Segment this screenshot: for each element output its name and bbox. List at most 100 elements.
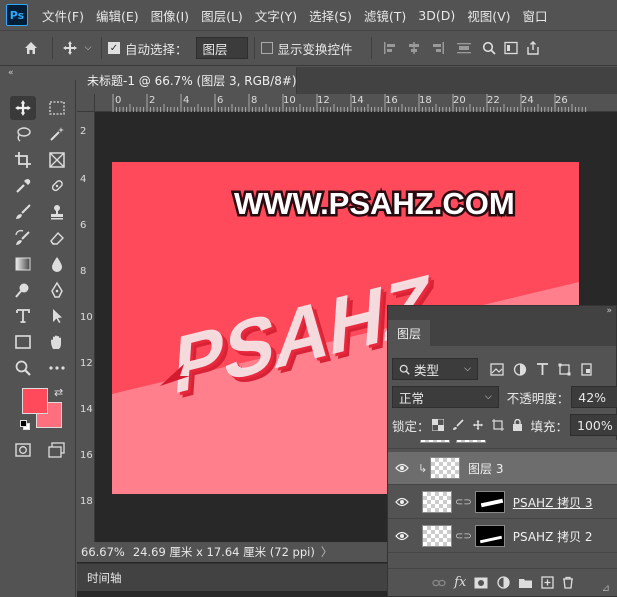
pen-tool-icon[interactable] [44, 278, 70, 302]
lock-position-icon[interactable] [472, 419, 484, 431]
type-tool-icon[interactable] [10, 304, 36, 328]
align-right-icon[interactable] [426, 41, 450, 55]
lock-row: 锁定： 填充： 100% [388, 413, 617, 437]
menu-layer[interactable]: 图层(L) [201, 6, 243, 25]
layer-row[interactable]: ↳ 图层 3 [388, 452, 617, 485]
layer-row-partial[interactable] [388, 440, 617, 449]
frame-tool-icon[interactable] [44, 148, 70, 172]
search-icon[interactable] [478, 41, 500, 55]
lock-all-icon[interactable] [512, 419, 523, 431]
share-icon[interactable] [522, 41, 544, 55]
layers-panel: » 图层 类型 ⌵ 正常 ⌵ 不透明度： 42% 锁定： 填充： 100% ↳ … [387, 305, 617, 597]
tab-layers[interactable]: 图层 [388, 320, 431, 346]
ps-logo[interactable]: Ps [6, 4, 28, 26]
layer-mask-thumbnail[interactable] [474, 525, 505, 547]
link-icon[interactable] [432, 578, 446, 588]
document-tab[interactable]: 未标题-1 @ 66.7% (图层 3, RGB/8#) * × [77, 67, 324, 94]
dodge-tool-icon[interactable] [10, 278, 36, 302]
zoom-tool-icon[interactable] [10, 356, 36, 380]
rectangle-tool-icon[interactable] [10, 330, 36, 354]
menu-select[interactable]: 选择(S) [309, 6, 352, 25]
layer-name[interactable]: PSAHZ 拷贝 3 [513, 494, 593, 511]
clone-stamp-icon[interactable] [44, 200, 70, 224]
swap-colors-icon[interactable]: ⇄ [54, 386, 63, 399]
align-center-icon[interactable] [402, 41, 426, 55]
menu-view[interactable]: 视图(V) [467, 6, 510, 25]
menu-filter[interactable]: 滤镜(T) [364, 6, 406, 25]
lock-image-icon[interactable] [452, 419, 464, 431]
blur-tool-icon[interactable] [44, 252, 70, 276]
collapse-icon[interactable]: » [606, 306, 612, 316]
opacity-input[interactable]: 42% [571, 386, 617, 408]
magic-wand-icon[interactable] [44, 122, 70, 146]
auto-select-checkbox[interactable]: ✓ [108, 42, 120, 54]
eyedropper-icon[interactable] [10, 174, 36, 198]
lasso-tool-icon[interactable] [10, 122, 36, 146]
panel-title-bar[interactable]: » [388, 306, 616, 320]
filter-adjustment-icon[interactable] [513, 362, 527, 376]
mask-icon[interactable] [474, 577, 488, 589]
align-left-icon[interactable] [378, 41, 402, 55]
layer-mask-thumbnail[interactable] [474, 491, 505, 513]
visibility-eye-icon[interactable] [388, 497, 416, 507]
fx-icon[interactable]: fx [454, 575, 466, 590]
healing-brush-icon[interactable] [44, 174, 70, 198]
eraser-icon[interactable] [44, 226, 70, 250]
workspace-icon[interactable] [500, 41, 522, 55]
blend-mode-dropdown[interactable]: 正常 ⌵ [392, 386, 499, 408]
trash-icon[interactable] [562, 576, 574, 589]
filter-kind-dropdown[interactable]: 类型 ⌵ [392, 358, 478, 380]
status-menu-icon[interactable]: 〉 [321, 544, 333, 560]
menu-edit[interactable]: 编辑(E) [96, 6, 139, 25]
quick-mask-icon[interactable] [10, 438, 36, 462]
brush-tool-icon[interactable] [10, 200, 36, 224]
adjustment-icon[interactable] [496, 576, 510, 589]
lock-transparent-icon[interactable] [431, 419, 444, 431]
history-brush-icon[interactable] [10, 226, 36, 250]
more-tools-icon[interactable] [44, 356, 70, 380]
default-colors-icon[interactable] [20, 420, 30, 430]
toolbar-collapse-icon[interactable]: « [0, 67, 76, 79]
auto-select-dropdown[interactable]: 图层 [195, 37, 248, 59]
folder-icon[interactable] [518, 577, 533, 589]
move-tool-icon[interactable] [10, 96, 36, 120]
ruler-horizontal[interactable]: 0 2 4 6 8 10 12 14 16 18 20 22 24 26 [95, 94, 617, 112]
zoom-level[interactable]: 66.67% [81, 545, 125, 559]
filter-smart-object-icon[interactable] [580, 362, 593, 376]
filter-shape-icon[interactable] [558, 363, 571, 376]
timeline-panel-tab[interactable]: 时间轴 [77, 563, 387, 591]
menu-file[interactable]: 文件(F) [42, 6, 84, 25]
menu-image[interactable]: 图像(I) [151, 6, 189, 25]
distribute-icon[interactable] [450, 41, 478, 55]
marquee-tool-icon[interactable] [44, 96, 70, 120]
lock-artboard-icon[interactable] [491, 419, 504, 431]
layer-name[interactable]: PSAHZ 拷贝 2 [513, 528, 593, 545]
gradient-tool-icon[interactable] [10, 252, 36, 276]
menu-window[interactable]: 窗口 [523, 6, 548, 25]
layer-row[interactable]: ⊂⊃ PSAHZ 拷贝 3 [388, 486, 617, 519]
visibility-eye-icon[interactable] [388, 463, 416, 473]
fill-input[interactable]: 100% [570, 414, 617, 436]
ruler-label: 0 [115, 95, 122, 106]
foreground-color-swatch[interactable] [22, 388, 48, 414]
ruler-label: 10 [80, 312, 93, 323]
photoshop-window: Ps 文件(F) 编辑(E) 图像(I) 图层(L) 文字(Y) 选择(S) 滤… [0, 0, 617, 597]
resize-handle[interactable]: ⊿ [602, 583, 610, 594]
crop-tool-icon[interactable] [10, 148, 36, 172]
filter-type-icon[interactable] [536, 362, 549, 376]
hand-tool-icon[interactable] [44, 330, 70, 354]
path-selection-icon[interactable] [44, 304, 70, 328]
screen-mode-icon[interactable] [44, 438, 70, 462]
filter-pixel-icon[interactable] [490, 362, 504, 376]
visibility-eye-icon[interactable] [388, 531, 416, 541]
new-layer-icon[interactable] [541, 576, 554, 589]
move-tool-icon[interactable] [59, 40, 81, 56]
chevron-down-icon[interactable]: ⌵ [81, 43, 95, 53]
menu-type[interactable]: 文字(Y) [255, 6, 297, 25]
home-icon[interactable] [16, 40, 46, 56]
ruler-vertical[interactable]: 2 4 6 8 10 12 14 16 18 [77, 112, 95, 542]
show-transform-checkbox[interactable] [260, 42, 273, 54]
menu-3d[interactable]: 3D(D) [418, 8, 455, 23]
layer-name[interactable]: 图层 3 [468, 460, 503, 477]
layer-row[interactable]: ⊂⊃ PSAHZ 拷贝 2 [388, 520, 617, 553]
